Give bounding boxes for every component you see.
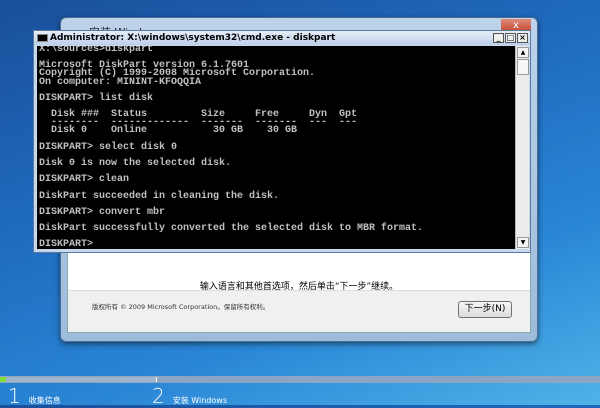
console-output[interactable]: X:\sources>diskpart Microsoft DiskPart ve… (37, 46, 515, 249)
console-line: DiskPart successfully converted the sele… (39, 223, 424, 235)
console-line: DiskPart succeeded in cleaning the disk. (39, 190, 280, 202)
console-line: DISKPART> convert mbr (39, 206, 166, 218)
maximize-button[interactable]: □ (505, 33, 516, 43)
step-2: 2 安装 Windows (152, 384, 227, 408)
cmd-window[interactable]: Administrator: X:\windows\system32\cmd.e… (33, 30, 531, 253)
scrollbar[interactable]: ▲ ▼ (515, 46, 529, 249)
console-line: Disk 0 Online 30 GB 30 GB (39, 125, 298, 137)
console-line: Disk 0 is now the selected disk. (39, 157, 232, 169)
console-line: DISKPART> select disk 0 (39, 141, 178, 153)
progress-fill (0, 377, 7, 382)
console-line: X:\sources>diskpart (39, 46, 154, 55)
cmd-title-bar[interactable]: Administrator: X:\windows\system32\cmd.e… (34, 31, 530, 45)
progress-step-1 (0, 377, 157, 382)
console-line: DISKPART> clean (39, 174, 130, 186)
step-number: 2 (152, 384, 165, 408)
install-progress (0, 376, 600, 383)
copyright-text: 版权所有 © 2009 Microsoft Corporation。保留所有权利… (92, 303, 270, 311)
minimize-button[interactable]: _ (493, 33, 504, 43)
step-number: 1 (8, 384, 21, 408)
step-label: 安装 Windows (172, 396, 227, 405)
next-button[interactable]: 下一步(N) (458, 301, 512, 318)
cmd-title: Administrator: X:\windows\system32\cmd.e… (50, 33, 336, 43)
scroll-thumb[interactable] (517, 59, 529, 75)
console-line: On computer: MININT-KFOQQIA (39, 76, 202, 88)
console-icon (37, 34, 48, 42)
scroll-up-icon[interactable]: ▲ (517, 47, 529, 58)
console-line: DISKPART> list disk (39, 92, 154, 104)
scroll-down-icon[interactable]: ▼ (517, 237, 529, 248)
console-line: DISKPART> (39, 239, 100, 249)
step-1: 1 收集信息 (8, 384, 61, 408)
setup-footer: 版权所有 © 2009 Microsoft Corporation。保留所有权利… (68, 290, 530, 332)
step-label: 收集信息 (28, 396, 61, 405)
close-button[interactable]: × (517, 33, 528, 43)
